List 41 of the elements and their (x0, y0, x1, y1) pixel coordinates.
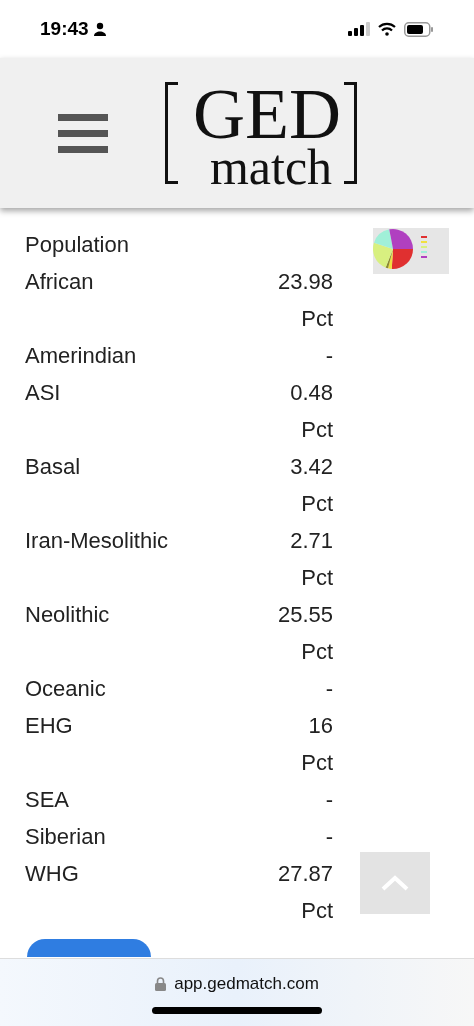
percentage-unit: Pct (301, 490, 333, 518)
population-name: African (25, 268, 94, 296)
signal-icon (348, 22, 370, 36)
population-name: ASI (25, 379, 61, 407)
percentage-value: - (325, 786, 333, 814)
oracle-button[interactable] (27, 939, 151, 957)
percentage-value: 3.42 (290, 453, 333, 481)
url-text[interactable]: app.gedmatch.com (174, 971, 319, 997)
column-heading: Population (25, 231, 130, 259)
population-name: Amerindian (25, 342, 137, 370)
population-name: Iran-Mesolithic (25, 527, 169, 555)
battery-icon (404, 21, 434, 37)
percentage-value: 23.98 (277, 268, 333, 296)
logo[interactable]: GED match (165, 82, 357, 184)
percentage-unit: Pct (301, 749, 333, 777)
percentage-unit: Pct (301, 564, 333, 592)
percentage-value: 25.55 (277, 601, 333, 629)
population-name: Basal (25, 453, 81, 481)
chevron-up-icon (381, 875, 409, 891)
percentage-unit: Pct (301, 416, 333, 444)
population-name: WHG (25, 860, 79, 888)
lock-icon (155, 976, 167, 991)
percentage-unit: Pct (301, 897, 333, 925)
clock: 19:43 (40, 16, 89, 41)
population-name: Neolithic (25, 601, 110, 629)
population-name: EHG (25, 712, 73, 740)
percentage-value: 2.71 (290, 527, 333, 555)
population-name: Oceanic (25, 675, 106, 703)
person-icon (92, 22, 107, 36)
percentage-value: 16 (308, 712, 333, 740)
percentage-value: - (325, 823, 333, 851)
percentage-unit: Pct (301, 305, 333, 333)
percentage-value: 0.48 (290, 379, 333, 407)
population-name: SEA (25, 786, 70, 814)
percentage-value: - (325, 342, 333, 370)
percentage-value: - (325, 675, 333, 703)
menu-icon[interactable] (58, 113, 108, 153)
population-name: Siberian (25, 823, 106, 851)
percentage-value: 27.87 (277, 860, 333, 888)
wifi-icon (378, 22, 396, 36)
percentage-unit: Pct (301, 638, 333, 666)
